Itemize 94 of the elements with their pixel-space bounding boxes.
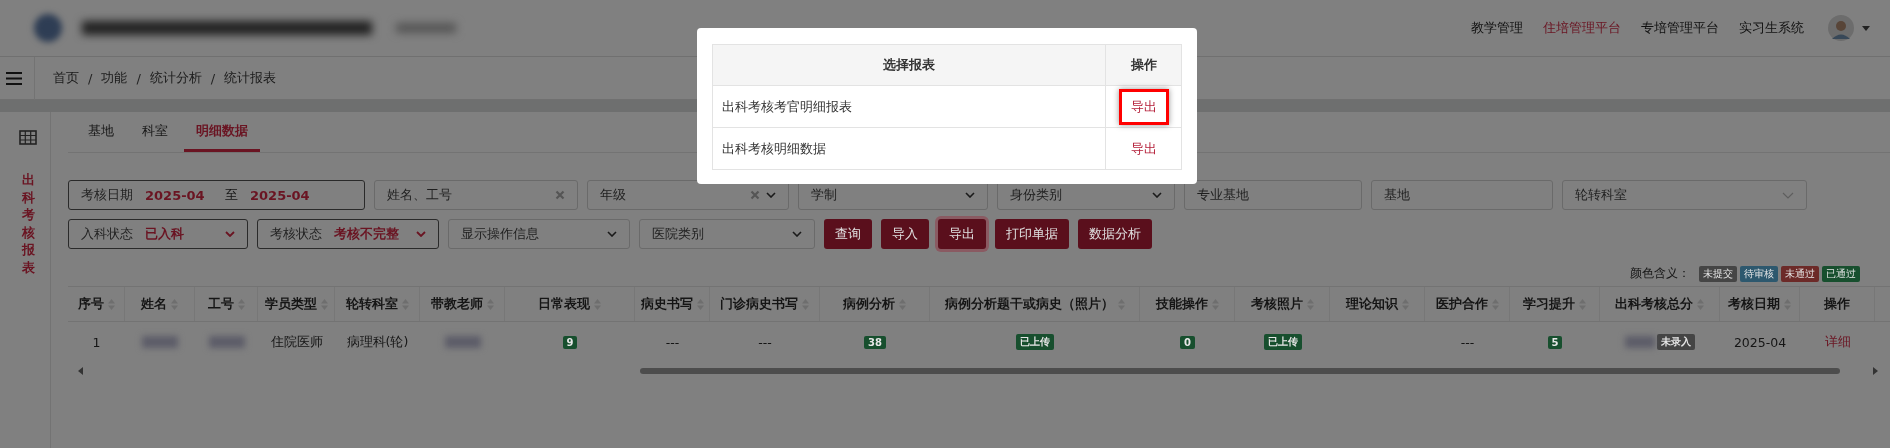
score-badge: 已上传 [1263, 334, 1302, 350]
score-badge: 5 [1547, 335, 1563, 349]
column-header[interactable]: 序号 [77, 295, 104, 313]
column-header[interactable]: 工号 [207, 295, 234, 313]
tab[interactable]: 基地 [76, 112, 126, 152]
column-header[interactable]: 技能操作 [1155, 295, 1208, 313]
breadcrumb-link[interactable]: 统计报表 [224, 69, 277, 87]
chevron-down-icon[interactable] [792, 231, 802, 237]
menu-icon[interactable] [6, 71, 22, 85]
column-header[interactable]: 轮转科室 [345, 295, 398, 313]
date-range-field[interactable]: 考核日期 2025-04 至 2025-04 [68, 180, 365, 210]
export-link[interactable]: 导出 [1118, 88, 1169, 125]
column-header[interactable]: 考核日期 [1728, 295, 1780, 313]
score-badge: 已上传 [1016, 334, 1054, 350]
column-header[interactable]: 门诊病史书写 [720, 295, 798, 313]
logo-icon [34, 14, 62, 42]
breadcrumb-separator: / [136, 70, 141, 86]
nav-link[interactable]: 实习生系统 [1739, 19, 1804, 37]
table-cell: 1 [92, 334, 101, 350]
nav-link[interactable]: 住培管理平台 [1543, 19, 1621, 37]
breadcrumb-link[interactable]: 功能 [101, 69, 128, 87]
legend-tag: 未通过 [1781, 265, 1819, 282]
avatar-icon[interactable] [1828, 15, 1854, 41]
column-header[interactable]: 日常表现 [538, 295, 590, 313]
blurred-text [208, 336, 245, 348]
column-header[interactable]: 学员类型 [264, 295, 317, 313]
legend-tag: 已通过 [1822, 265, 1860, 282]
input-field[interactable]: 专业基地 [1184, 180, 1362, 210]
column-header[interactable]: 医护合作 [1435, 295, 1488, 313]
action-button[interactable]: 查询 [824, 219, 872, 249]
table-cell: 住院医师 [270, 333, 323, 351]
column-header: 操作 [1105, 45, 1181, 85]
column-header[interactable]: 出科考核总分 [1615, 295, 1693, 313]
breadcrumb-link[interactable]: 统计分析 [149, 69, 202, 87]
caret-icon[interactable] [1862, 25, 1870, 31]
column-header[interactable]: 考核照片 [1250, 295, 1303, 313]
action-button[interactable]: 数据分析 [1078, 219, 1152, 249]
chevron-down-icon[interactable] [416, 231, 426, 237]
clear-icon[interactable] [555, 190, 565, 200]
status-select[interactable]: 考核状态 考核不完整 [257, 219, 439, 249]
input-field[interactable]: 基地 [1371, 180, 1553, 210]
column-header[interactable]: 操作 [1824, 295, 1850, 313]
action-button[interactable]: 导入 [881, 219, 929, 249]
select-field[interactable]: 医院类别 [639, 219, 815, 249]
column-header[interactable]: 带教老师 [430, 295, 483, 313]
tab[interactable]: 明细数据 [184, 112, 260, 152]
status-select[interactable]: 入科状态 已入科 [68, 219, 248, 249]
report-name: 出科考核考官明细报表 [722, 97, 852, 116]
action-button[interactable]: 打印单据 [995, 219, 1069, 249]
breadcrumb-separator: / [88, 70, 93, 86]
blurred-text [142, 336, 178, 348]
legend-tag: 未提交 [1699, 265, 1737, 282]
blurred-text [1625, 336, 1655, 348]
report-name: 出科考核明细数据 [722, 139, 826, 158]
chevron-down-icon[interactable] [965, 192, 975, 198]
table-cell: --- [758, 334, 772, 350]
table-cell: 2025-04 [1733, 334, 1787, 350]
column-header[interactable]: 病例分析 [843, 295, 895, 313]
column-header[interactable]: 学习提升 [1523, 295, 1575, 313]
breadcrumb-link[interactable]: 首页 [53, 69, 79, 87]
blurred-text [444, 336, 481, 348]
chevron-down-icon[interactable] [225, 231, 235, 237]
table-icon[interactable] [19, 130, 37, 145]
column-header[interactable]: 病史书写 [640, 295, 693, 313]
scrollbar-drawing[interactable] [78, 366, 1878, 376]
table-cell: --- [665, 334, 680, 350]
input-field[interactable]: 姓名、工号 [374, 180, 578, 210]
score-badge: 9 [562, 335, 578, 349]
sidebar-title: 出科考核报表 [21, 171, 35, 277]
table-cell: 病理科(轮) [346, 333, 409, 351]
column-header[interactable]: 姓名 [141, 295, 167, 313]
chevron-down-icon[interactable] [766, 192, 776, 198]
legend-tag: 待审核 [1740, 265, 1778, 282]
score-badge: 0 [1180, 335, 1195, 349]
detail-link[interactable]: 详细 [1824, 333, 1851, 351]
legend-label: 颜色含义： [1630, 265, 1690, 282]
column-header[interactable]: 病例分析题干或病史（照片） [944, 295, 1114, 313]
blurred-text [396, 23, 456, 33]
nav-link[interactable]: 教学管理 [1471, 19, 1523, 37]
breadcrumb-separator: / [210, 70, 216, 86]
export-link[interactable]: 导出 [1118, 133, 1169, 164]
column-header[interactable]: 理论知识 [1345, 295, 1398, 313]
tab[interactable]: 科室 [130, 112, 180, 152]
table-cell: --- [1460, 334, 1475, 350]
action-button[interactable]: 导出 [938, 219, 986, 249]
nav-link[interactable]: 专培管理平台 [1641, 19, 1719, 37]
column-header: 选择报表 [882, 56, 936, 74]
select-field[interactable]: 轮转科室 [1562, 180, 1807, 210]
chevron-down-icon[interactable] [1152, 192, 1162, 198]
clear-icon[interactable] [750, 190, 760, 200]
score-badge: 38 [864, 335, 886, 349]
chevron-down-icon[interactable] [607, 231, 617, 237]
select-field[interactable]: 显示操作信息 [448, 219, 630, 249]
score-badge: 未录入 [1657, 334, 1695, 350]
